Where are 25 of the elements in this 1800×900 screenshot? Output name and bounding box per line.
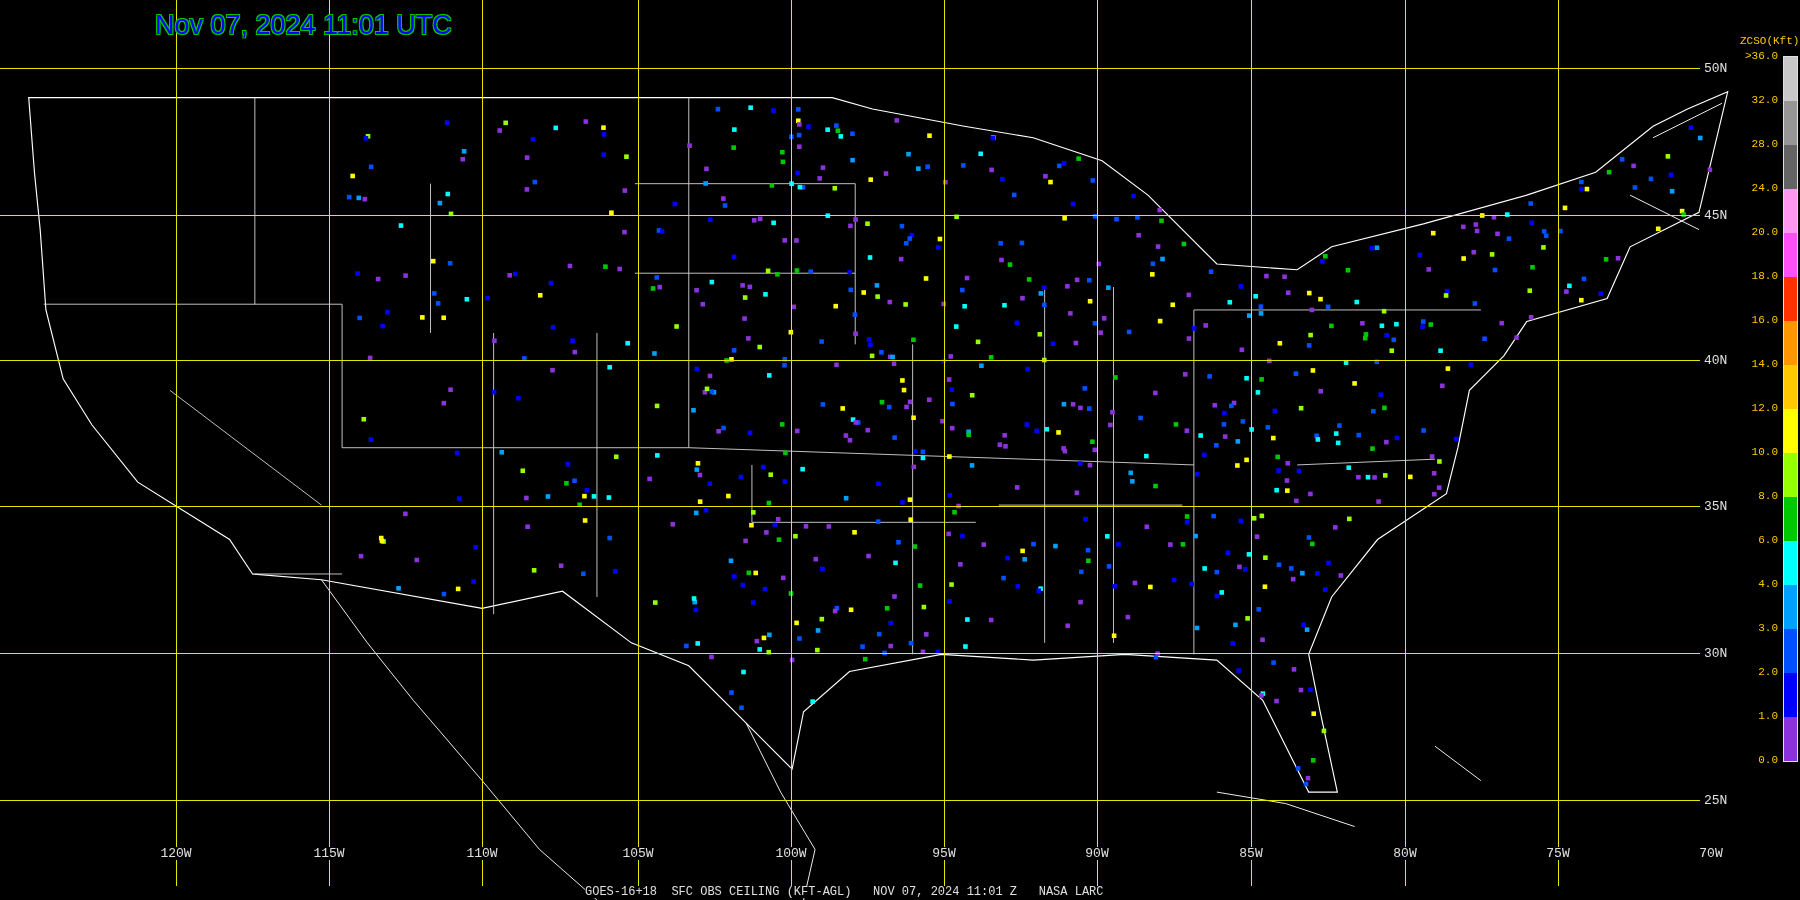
legend-value-label: 3.0 xyxy=(1758,623,1778,634)
legend-value-label: 6.0 xyxy=(1758,535,1778,546)
legend-value-label: 32.0 xyxy=(1751,95,1778,106)
legend-value-label: 18.0 xyxy=(1751,271,1778,282)
legend-value-label: >36.0 xyxy=(1745,51,1778,62)
legend-value-label: 28.0 xyxy=(1751,139,1778,150)
latitude-label: 45N xyxy=(1700,209,1732,222)
latitude-label: 35N xyxy=(1700,500,1732,513)
legend-value-label: 1.0 xyxy=(1758,711,1778,722)
legend-title: ZCSO(Kft) xyxy=(1740,36,1800,47)
legend-value-label: 0.0 xyxy=(1758,755,1778,766)
latitude-label: 30N xyxy=(1700,647,1732,660)
legend-value-label: 2.0 xyxy=(1758,667,1778,678)
legend-value-label: 4.0 xyxy=(1758,579,1778,590)
legend-value-label: 20.0 xyxy=(1751,227,1778,238)
legend-value-label: 24.0 xyxy=(1751,183,1778,194)
legend-value-label: 12.0 xyxy=(1751,403,1778,414)
legend-value-label: 16.0 xyxy=(1751,315,1778,326)
legend-value-label: 10.0 xyxy=(1751,447,1778,458)
latitude-label: 25N xyxy=(1700,794,1732,807)
latitude-label: 50N xyxy=(1700,62,1732,75)
map-caption: GOES-16+18 SFC OBS CEILING (KFT-AGL) NOV 07, 2024 11:01 Z NASA LARC xyxy=(585,886,1104,898)
legend-value-label: 14.0 xyxy=(1751,359,1778,370)
latitude-label: 40N xyxy=(1700,354,1732,367)
legend-value-label: 8.0 xyxy=(1758,491,1778,502)
